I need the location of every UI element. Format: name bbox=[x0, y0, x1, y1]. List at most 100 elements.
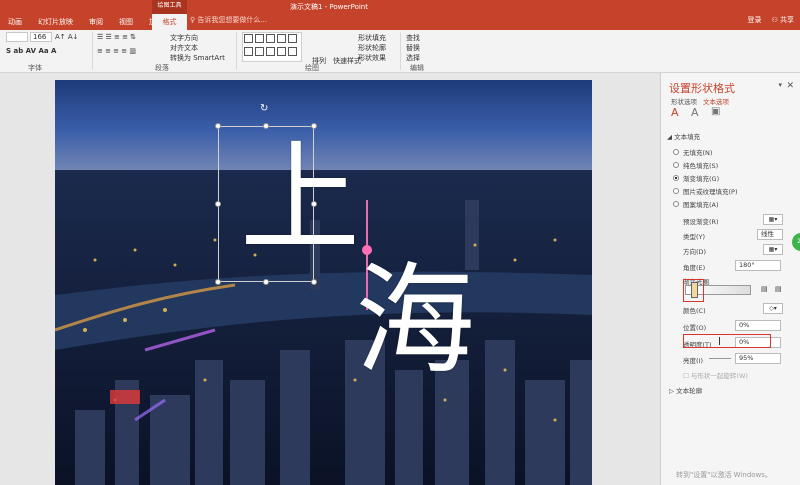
tab-animation[interactable]: 动画 bbox=[0, 14, 30, 30]
rotate-with-shape-label: 与形状一起旋转(W) bbox=[690, 372, 748, 380]
grow-font-icon[interactable]: A↑ A↓ bbox=[55, 33, 79, 41]
tellme-search[interactable]: ♀ 告诉我您想要做什么... bbox=[190, 15, 267, 25]
section-text-fill-label: 文本填充 bbox=[674, 133, 701, 141]
font-size-box[interactable]: 166 bbox=[30, 32, 52, 42]
direction-picker[interactable]: ▦▾ bbox=[763, 244, 783, 255]
ribbon: 166 A↑ A↓ S ab AV Aa A 字体 ☰ ☰ ≡ ≡ ⇅ ≡ ≡ … bbox=[0, 30, 800, 73]
drawing-tools-group: 绘图工具 格式 bbox=[152, 0, 187, 30]
rotate-handle-icon[interactable]: ↻ bbox=[260, 103, 268, 114]
separator bbox=[400, 32, 401, 70]
shape-outline-button[interactable]: 形状轮廓 bbox=[358, 43, 386, 53]
account-area: 登录 ⚇ 共享 bbox=[747, 15, 794, 25]
share-label: 共享 bbox=[780, 16, 794, 24]
tab-slideshow[interactable]: 幻灯片放映 bbox=[30, 14, 81, 30]
text-fill-outline-icon[interactable]: A bbox=[671, 106, 679, 119]
section-text-outline[interactable]: ▷ 文本轮廓 bbox=[669, 385, 702, 395]
group-font: 字体 bbox=[28, 64, 42, 72]
shape-thumb[interactable] bbox=[255, 34, 264, 43]
group-drawing: 绘图 bbox=[305, 64, 319, 72]
radio-solid-fill[interactable]: 纯色填充(S) bbox=[673, 160, 718, 170]
shape-thumb[interactable] bbox=[244, 34, 253, 43]
shape-thumb[interactable] bbox=[244, 47, 253, 56]
tab-shape-options[interactable]: 形状选项 bbox=[671, 96, 697, 106]
resize-handle[interactable] bbox=[311, 123, 317, 129]
panel-title: 设置形状格式 bbox=[669, 82, 735, 95]
remove-stop-icon[interactable]: ▤ bbox=[775, 285, 782, 293]
align-buttons[interactable]: ≡ ≡ ≡ ≡ ▥ bbox=[97, 47, 136, 55]
color-picker[interactable]: ◇▾ bbox=[763, 303, 783, 314]
text-effects-icon[interactable]: A bbox=[691, 106, 699, 119]
radio-label: 图片或纹理填充(P) bbox=[683, 188, 738, 196]
shape-thumb[interactable] bbox=[277, 34, 286, 43]
textbox-icon[interactable]: ▣ bbox=[711, 106, 720, 117]
shape-effects-button[interactable]: 形状效果 bbox=[358, 53, 386, 63]
tab-text-options[interactable]: 文本选项 bbox=[703, 96, 729, 106]
tellme-text: 告诉我您想要做什么... bbox=[197, 16, 268, 24]
resize-handle[interactable] bbox=[215, 123, 221, 129]
angle-label: 角度(E) bbox=[683, 264, 706, 272]
preset-gradient-label: 预设渐变(R) bbox=[683, 218, 719, 226]
activate-windows-watermark: 转到"设置"以激活 Windows。 bbox=[676, 471, 772, 479]
resize-handle[interactable] bbox=[263, 279, 269, 285]
text-direction-button[interactable]: 文字方向 bbox=[170, 33, 198, 43]
shape-thumb[interactable] bbox=[255, 47, 264, 56]
find-button[interactable]: 查找 bbox=[406, 33, 420, 43]
resize-handle[interactable] bbox=[215, 279, 221, 285]
font-name-box[interactable] bbox=[6, 32, 28, 42]
brightness-slider[interactable] bbox=[709, 358, 731, 359]
format-buttons[interactable]: S ab AV Aa A bbox=[6, 47, 56, 55]
direction-label: 方向(D) bbox=[683, 248, 707, 256]
resize-handle[interactable] bbox=[263, 123, 269, 129]
share-button[interactable]: ⚇ 共享 bbox=[771, 15, 794, 25]
tab-format[interactable]: 格式 bbox=[152, 14, 187, 30]
color-label: 颜色(C) bbox=[683, 307, 706, 315]
radio-no-fill[interactable]: 无填充(N) bbox=[673, 147, 712, 157]
list-buttons[interactable]: ☰ ☰ ≡ ≡ ⇅ bbox=[97, 33, 136, 41]
rotate-with-shape-checkbox[interactable]: ☐ 与形状一起旋转(W) bbox=[683, 370, 748, 380]
type-label: 类型(Y) bbox=[683, 233, 706, 241]
select-button[interactable]: 选择 bbox=[406, 53, 420, 63]
tab-view[interactable]: 视图 bbox=[111, 14, 141, 30]
drawing-tools-label: 绘图工具 bbox=[157, 2, 182, 9]
resize-handle[interactable] bbox=[215, 201, 221, 207]
quick-styles-button[interactable]: 快速样式 bbox=[333, 56, 361, 66]
position-label: 位置(O) bbox=[683, 324, 707, 332]
align-text-button[interactable]: 对齐文本 bbox=[170, 43, 198, 53]
resize-handle[interactable] bbox=[311, 279, 317, 285]
radio-label: 纯色填充(S) bbox=[683, 162, 719, 170]
shape-thumb[interactable] bbox=[266, 47, 275, 56]
slide-char-hai[interactable]: 海 bbox=[355, 262, 475, 382]
convert-smartart-button[interactable]: 转换为 SmartArt bbox=[170, 53, 225, 63]
radio-picture-fill[interactable]: 图片或纹理填充(P) bbox=[673, 186, 738, 196]
brightness-label: 亮度(I) bbox=[683, 357, 703, 365]
radio-pattern-fill[interactable]: 图案填充(A) bbox=[673, 199, 719, 209]
slide-char-shang[interactable]: 上 bbox=[240, 140, 360, 260]
shape-thumb[interactable] bbox=[266, 34, 275, 43]
brightness-input[interactable]: 95% bbox=[735, 353, 781, 364]
shape-thumb[interactable] bbox=[288, 34, 297, 43]
position-input[interactable]: 0% bbox=[735, 320, 781, 331]
radio-label: 无填充(N) bbox=[683, 149, 713, 157]
angle-input[interactable]: 180° bbox=[735, 260, 781, 271]
radio-label: 渐变填充(G) bbox=[683, 175, 720, 183]
separator bbox=[92, 32, 93, 70]
user-icon: ⚇ bbox=[771, 16, 780, 24]
section-text-fill[interactable]: ◢ 文本填充 bbox=[667, 131, 700, 141]
highlight-transparency bbox=[683, 334, 771, 348]
close-icon[interactable]: ✕ bbox=[786, 81, 794, 91]
add-stop-icon[interactable]: ▤ bbox=[761, 285, 768, 293]
format-shape-panel: 设置形状格式 ▾ ✕ 形状选项 文本选项 A A ▣ ◢ 文本填充 无填充(N)… bbox=[660, 73, 800, 485]
preset-gradient-picker[interactable]: ▦▾ bbox=[763, 214, 783, 225]
tab-review[interactable]: 审阅 bbox=[81, 14, 111, 30]
highlight-gradient-stop bbox=[683, 279, 704, 302]
type-select[interactable]: 线性 bbox=[757, 229, 783, 240]
radio-gradient-fill[interactable]: 渐变填充(G) bbox=[673, 173, 719, 183]
replace-button[interactable]: 替换 bbox=[406, 43, 420, 53]
signin-button[interactable]: 登录 bbox=[747, 15, 761, 25]
shapes-gallery[interactable] bbox=[242, 32, 302, 62]
shape-thumb[interactable] bbox=[288, 47, 297, 56]
shape-fill-button[interactable]: 形状填充 bbox=[358, 33, 386, 43]
shape-thumb[interactable] bbox=[277, 47, 286, 56]
title-bar: 演示文稿1 - PowerPoint 动画 幻灯片放映 审阅 视图 加载项 绘图… bbox=[0, 0, 800, 30]
panel-options-icon[interactable]: ▾ bbox=[778, 81, 782, 89]
